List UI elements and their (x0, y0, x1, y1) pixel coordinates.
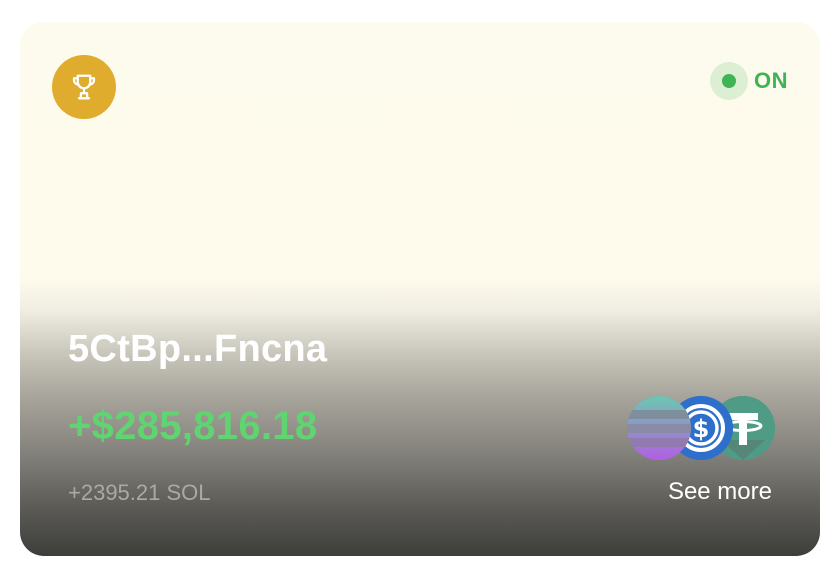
solana-icon (627, 396, 691, 460)
trophy-icon (72, 74, 96, 100)
wallet-address: 5CtBp...Fncna (68, 328, 328, 370)
status-label: ON (754, 68, 788, 93)
status-dot-ring (710, 62, 748, 100)
trophy-badge (52, 55, 116, 119)
see-more-link[interactable]: See more (668, 478, 772, 506)
wallet-card: ON 5CtBp...Fncna +$285,816.18 +2395.21 S… (20, 22, 820, 556)
svg-text:$: $ (693, 415, 710, 443)
status-indicator: ON (710, 62, 788, 100)
status-dot (722, 74, 736, 88)
sol-amount: +2395.21 SOL (68, 480, 211, 505)
profit-amount: +$285,816.18 (68, 404, 318, 448)
token-stack: $ (627, 396, 775, 462)
